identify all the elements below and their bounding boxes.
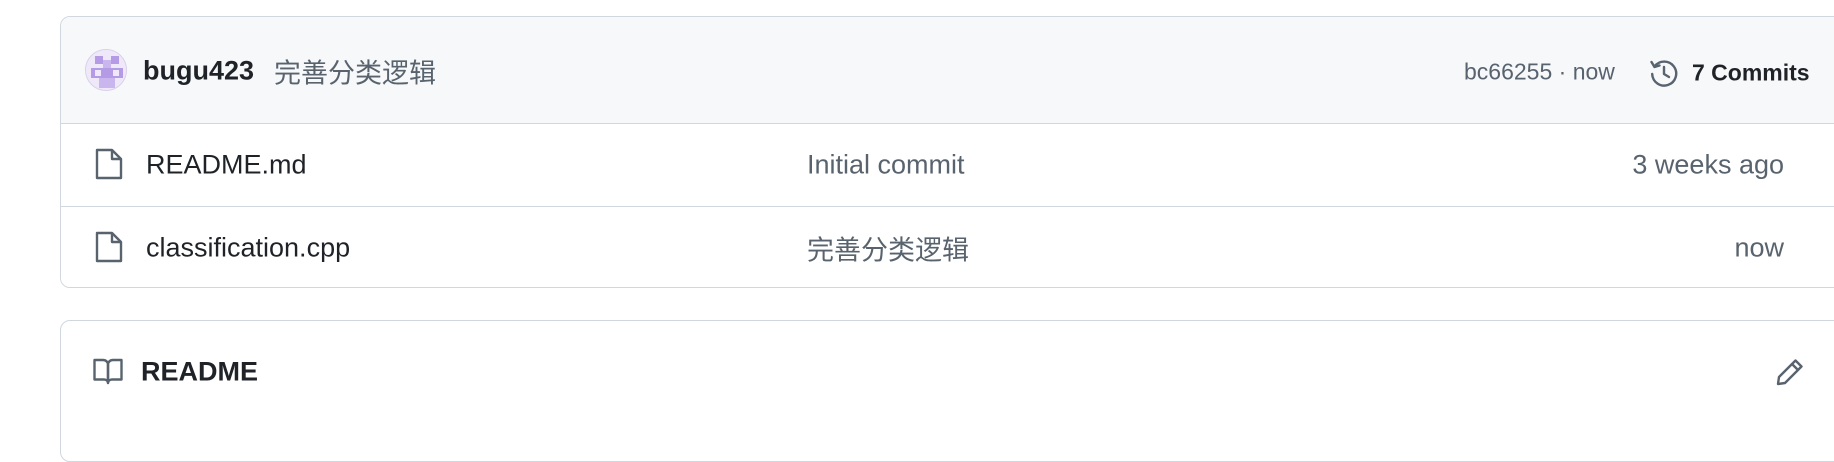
file-commit-time: now [1734, 232, 1784, 263]
latest-commit-bar: bugu423 完善分类逻辑 bc66255 · now 7 Commits [61, 17, 1834, 124]
history-clock-icon[interactable] [1648, 57, 1680, 89]
file-name-link[interactable]: README.md [146, 150, 307, 181]
commit-author-link[interactable]: bugu423 [143, 56, 254, 87]
avatar[interactable] [85, 49, 127, 91]
commit-message-link[interactable]: 完善分类逻辑 [274, 52, 436, 91]
readme-title[interactable]: README [141, 357, 258, 388]
file-icon [95, 231, 123, 263]
file-commit-link[interactable]: Initial commit [807, 150, 965, 181]
file-row[interactable]: classification.cpp 完善分类逻辑 now [61, 207, 1834, 287]
file-commit-time: 3 weeks ago [1632, 149, 1784, 180]
file-commit-link[interactable]: 完善分类逻辑 [807, 229, 969, 268]
file-name-link[interactable]: classification.cpp [146, 233, 350, 264]
commit-time: now [1572, 58, 1615, 85]
readme-panel: README [60, 320, 1834, 462]
file-icon [95, 148, 123, 180]
pencil-icon[interactable] [1774, 356, 1806, 388]
file-row[interactable]: README.md Initial commit 3 weeks ago [61, 124, 1834, 207]
commit-meta-separator: · [1552, 58, 1573, 85]
commits-history-link[interactable]: 7 Commits [1692, 60, 1810, 87]
commit-sha-link[interactable]: bc66255 [1464, 59, 1552, 85]
file-browser: bugu423 完善分类逻辑 bc66255 · now 7 Commits R… [60, 16, 1834, 288]
book-icon [93, 358, 123, 385]
commit-meta: bc66255 · now [1464, 59, 1615, 86]
